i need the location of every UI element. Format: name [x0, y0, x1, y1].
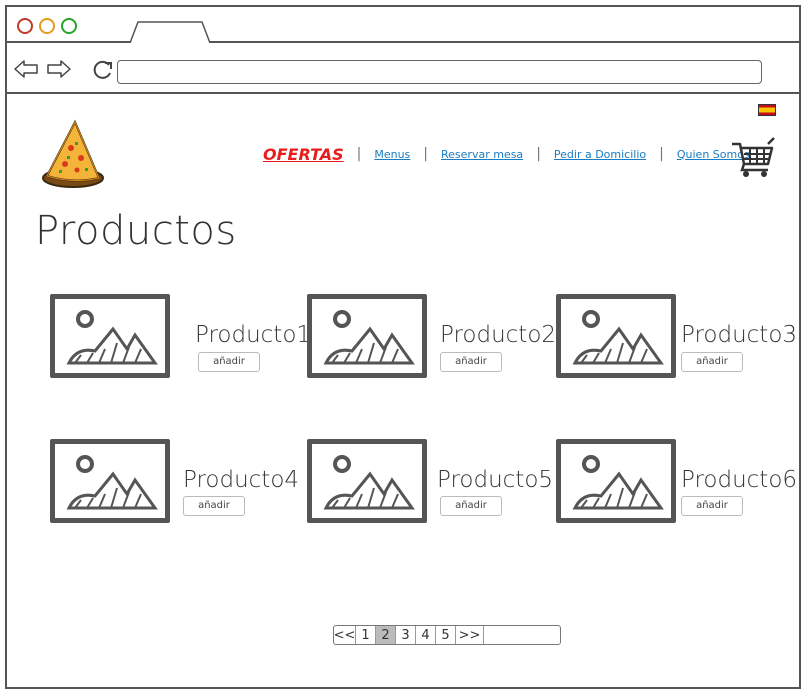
menu-reservar-link[interactable]: Reservar mesa	[441, 148, 523, 161]
product-name: Producto6	[681, 467, 798, 493]
page-content: OFERTAS | Menus | Reservar mesa | Pedir …	[7, 96, 799, 691]
product-image-placeholder	[50, 439, 170, 523]
product-image-placeholder	[556, 294, 676, 378]
spain-flag-icon[interactable]	[758, 104, 776, 116]
add-to-cart-button[interactable]: añadir	[198, 352, 260, 372]
menu-separator: |	[356, 146, 362, 162]
pagination-last[interactable]: >>	[456, 626, 484, 644]
image-placeholder-icon	[323, 310, 415, 365]
address-bar[interactable]	[117, 60, 762, 84]
product-name: Producto5	[437, 467, 554, 493]
image-placeholder-icon	[572, 455, 664, 510]
back-arrow-icon[interactable]	[12, 57, 40, 81]
pagination-page[interactable]: 1	[356, 626, 376, 644]
add-to-cart-button[interactable]: añadir	[681, 352, 743, 372]
product-name: Producto1	[195, 322, 312, 348]
menu-separator: |	[536, 146, 541, 162]
pagination-page[interactable]: 4	[416, 626, 436, 644]
product-image-placeholder	[50, 294, 170, 378]
pagination-page[interactable]: 5	[436, 626, 456, 644]
image-placeholder-icon	[323, 455, 415, 510]
close-window-button[interactable]	[17, 18, 33, 34]
add-to-cart-button[interactable]: añadir	[183, 496, 245, 516]
product-image-placeholder	[307, 294, 427, 378]
pizza-logo-icon[interactable]	[41, 118, 105, 190]
browser-navbar	[7, 43, 799, 94]
pagination-page[interactable]: 3	[396, 626, 416, 644]
menu-menus-link[interactable]: Menus	[374, 148, 410, 161]
add-to-cart-button[interactable]: añadir	[440, 496, 502, 516]
reload-icon[interactable]	[89, 57, 117, 81]
menu-separator: |	[659, 146, 664, 162]
minimize-window-button[interactable]	[39, 18, 55, 34]
image-placeholder-icon	[66, 455, 158, 510]
title-bar	[7, 7, 799, 43]
shopping-cart-icon[interactable]	[730, 136, 776, 178]
product-name: Producto2	[440, 322, 557, 348]
add-to-cart-button[interactable]: añadir	[681, 496, 743, 516]
page-title: Productos	[35, 208, 237, 254]
image-placeholder-icon	[66, 310, 158, 365]
pagination: << 1 2 3 4 5 >>	[333, 625, 561, 645]
menu-separator: |	[423, 146, 429, 162]
browser-tab[interactable]	[130, 21, 210, 43]
product-name: Producto3	[681, 322, 798, 348]
menu-ofertas-link[interactable]: OFERTAS	[263, 145, 344, 164]
product-image-placeholder	[556, 439, 676, 523]
main-menu: OFERTAS | Menus | Reservar mesa | Pedir …	[263, 142, 750, 166]
forward-arrow-icon[interactable]	[45, 57, 73, 81]
image-placeholder-icon	[572, 310, 664, 365]
maximize-window-button[interactable]	[61, 18, 77, 34]
pagination-page-current[interactable]: 2	[376, 626, 396, 644]
add-to-cart-button[interactable]: añadir	[440, 352, 502, 372]
pagination-first[interactable]: <<	[334, 626, 356, 644]
product-name: Producto4	[183, 467, 300, 493]
browser-window: OFERTAS | Menus | Reservar mesa | Pedir …	[5, 5, 801, 689]
menu-pedir-link[interactable]: Pedir a Domicilio	[554, 148, 646, 161]
product-image-placeholder	[307, 439, 427, 523]
